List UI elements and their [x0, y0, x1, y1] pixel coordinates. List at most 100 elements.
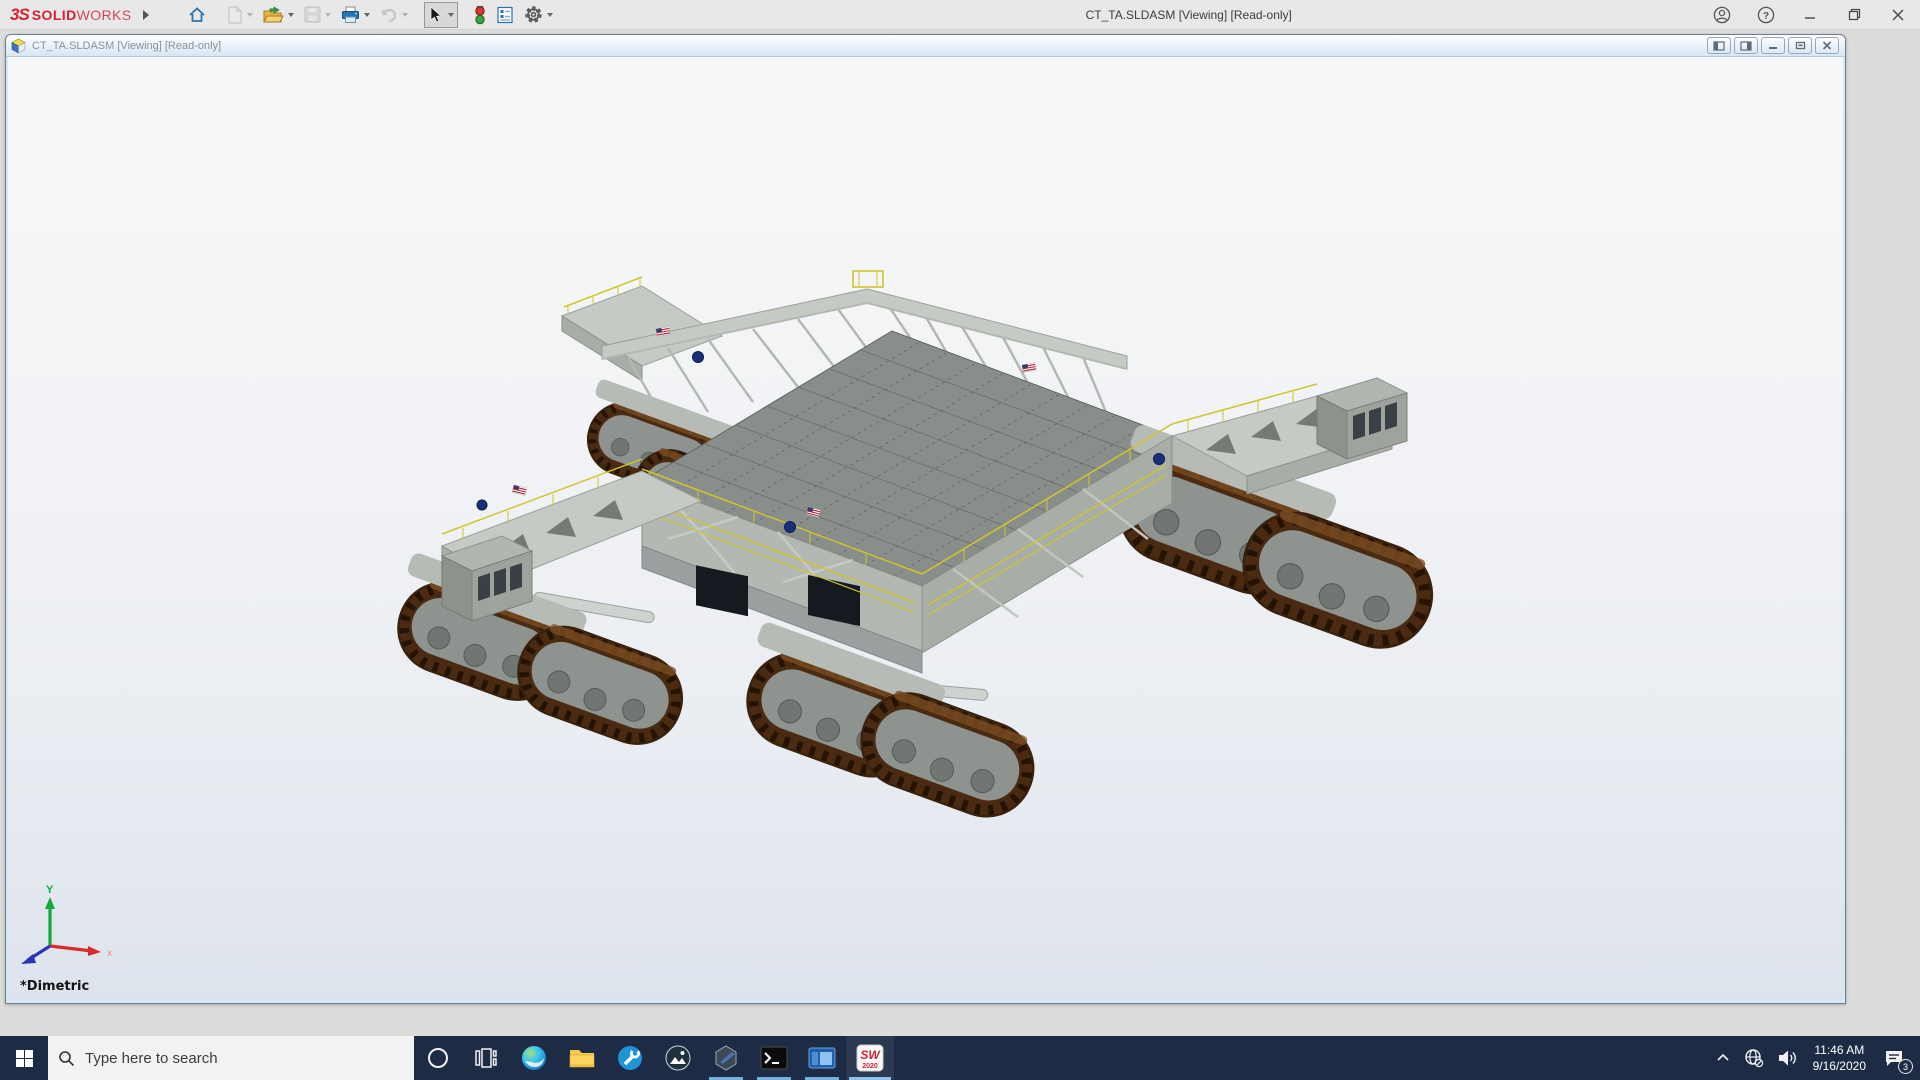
print-caret-icon — [364, 12, 371, 17]
edge-icon — [522, 1046, 546, 1070]
save-button[interactable] — [300, 2, 335, 28]
document-title: CT_TA.SLDASM [Viewing] [Read-only] — [32, 39, 222, 52]
select-tool-caret-icon — [448, 12, 455, 17]
document-window: CT_TA.SLDASM [Viewing] [Read-only] Y x *… — [5, 34, 1846, 1004]
taskbar-hexagon-app-button[interactable] — [702, 1036, 750, 1080]
pane-left-button[interactable] — [1707, 37, 1731, 54]
quick-access-toolbar — [183, 1, 557, 28]
taskbar-command-prompt-button[interactable] — [750, 1036, 798, 1080]
svg-text:?: ? — [1763, 11, 1769, 22]
tray-date: 9/16/2020 — [1812, 1059, 1866, 1073]
taskbar-icons: SW 2020 — [414, 1036, 894, 1080]
new-document-icon — [228, 6, 242, 23]
home-button[interactable] — [183, 2, 211, 28]
front-left-track-truck — [385, 553, 696, 757]
taskbar-photos-button[interactable] — [654, 1036, 702, 1080]
gear-icon — [525, 6, 543, 23]
open-button[interactable] — [259, 2, 298, 28]
taskbar-edge-button[interactable] — [510, 1036, 558, 1080]
taskbar-file-explorer-button[interactable] — [558, 1036, 606, 1080]
tray-time: 11:46 AM — [1814, 1042, 1865, 1057]
graphics-viewport[interactable]: Y x *Dimetric — [8, 57, 1843, 1000]
document-titlebar[interactable]: CT_TA.SLDASM [Viewing] [Read-only] — [6, 35, 1845, 57]
help-icon: ? — [1757, 6, 1775, 23]
app-title: CT_TA.SLDASM [Viewing] [Read-only] — [1085, 7, 1292, 22]
close-button[interactable] — [1876, 0, 1920, 30]
svg-text:x: x — [107, 948, 112, 959]
cortana-icon — [428, 1048, 448, 1068]
taskbar-blue-window-app-button[interactable] — [798, 1036, 846, 1080]
open-folder-icon — [263, 5, 285, 22]
wrench-circle-icon — [618, 1046, 642, 1070]
new-document-caret-icon — [247, 12, 254, 17]
right-cab — [1315, 377, 1409, 460]
photos-icon — [665, 1045, 691, 1071]
help-button[interactable]: ? — [1744, 0, 1788, 30]
view-orientation-label: *Dimetric — [20, 979, 90, 994]
save-icon — [304, 6, 321, 23]
new-document-button[interactable] — [223, 2, 257, 28]
pane-right-button[interactable] — [1734, 37, 1758, 54]
blue-window-app-icon — [808, 1047, 836, 1069]
solidworks-icon: SW 2020 — [856, 1044, 884, 1072]
3ds-logo-mark: 3S — [10, 4, 30, 24]
notification-count-badge: 3 — [1898, 1059, 1913, 1074]
print-button[interactable] — [337, 2, 374, 28]
tray-network-button[interactable] — [1737, 1036, 1771, 1080]
command-prompt-icon — [760, 1046, 788, 1070]
undo-button[interactable] — [376, 2, 412, 28]
start-button[interactable] — [0, 1036, 48, 1080]
options-caret-icon — [547, 12, 554, 17]
nasa-logo-decal — [692, 351, 704, 363]
open-caret-icon — [288, 12, 295, 17]
file-properties-icon — [497, 6, 514, 23]
doc-close-icon — [1822, 41, 1832, 50]
taskbar-admin-tool-button[interactable] — [606, 1036, 654, 1080]
hexagon-app-icon — [715, 1045, 737, 1071]
select-cursor-icon — [431, 5, 442, 22]
svg-text:Y: Y — [46, 884, 54, 896]
doc-close-button[interactable] — [1815, 37, 1839, 54]
doc-minimize-icon — [1769, 46, 1777, 49]
doc-restore-icon — [1795, 41, 1805, 50]
taskbar-cortana-button[interactable] — [414, 1036, 462, 1080]
document-window-controls — [1707, 37, 1839, 54]
task-view-icon — [475, 1048, 497, 1068]
undo-caret-icon — [402, 12, 409, 17]
tray-show-hidden-icons-button[interactable] — [1709, 1036, 1737, 1080]
interference-check-button[interactable] — [470, 2, 490, 28]
taskbar: SW 2020 — [0, 1036, 1920, 1080]
tray-clock[interactable]: 11:46 AM 9/16/2020 — [1805, 1042, 1874, 1074]
home-icon — [189, 6, 206, 22]
restore-icon — [1848, 8, 1860, 21]
doc-minimize-button[interactable] — [1761, 37, 1785, 54]
svg-text:SW: SW — [860, 1048, 881, 1062]
search-input[interactable] — [85, 1049, 385, 1067]
minimize-icon — [1805, 16, 1815, 19]
solidworks-app-window: 3S SOLID WORKS CT_TA.SLDASM [Viewing] [R… — [0, 0, 1920, 1080]
doc-restore-button[interactable] — [1788, 37, 1812, 54]
taskbar-task-view-button[interactable] — [462, 1036, 510, 1080]
taskbar-solidworks-button[interactable]: SW 2020 — [846, 1036, 894, 1080]
crawler-transporter-model: Y x — [21, 270, 1843, 964]
options-button[interactable] — [520, 2, 557, 28]
file-explorer-icon — [569, 1050, 595, 1068]
restore-button[interactable] — [1832, 0, 1876, 30]
chevron-up-icon — [1717, 1053, 1729, 1061]
search-icon — [59, 1050, 75, 1066]
orientation-triad: Y x — [21, 884, 112, 964]
undo-icon — [382, 8, 397, 22]
app-window-controls: ? — [1700, 0, 1920, 30]
taskbar-search[interactable] — [48, 1036, 414, 1080]
action-center-button[interactable]: 3 — [1874, 1036, 1914, 1080]
mdi-area: CT_TA.SLDASM [Viewing] [Read-only] Y x *… — [0, 31, 1920, 1036]
save-caret-icon — [325, 12, 332, 17]
minimize-button[interactable] — [1788, 0, 1832, 30]
globe-no-internet-icon — [1744, 1049, 1763, 1068]
account-button[interactable] — [1700, 0, 1744, 30]
file-properties-button[interactable] — [492, 2, 518, 28]
select-tool-button[interactable] — [424, 1, 459, 28]
menu-expand-arrow-icon[interactable] — [143, 9, 150, 20]
tray-volume-button[interactable] — [1771, 1036, 1805, 1080]
solidworks-logo: 3S SOLID WORKS — [10, 4, 132, 24]
